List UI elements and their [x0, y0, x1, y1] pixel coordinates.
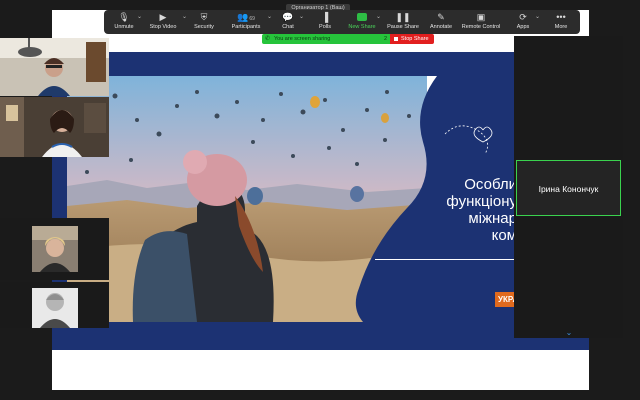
viewer-count: 2 — [383, 36, 387, 42]
annotate-button[interactable]: ✎ Annotate — [424, 10, 458, 34]
pause-icon: ❚❚ — [395, 12, 411, 22]
participant-video — [0, 97, 109, 157]
participants-icon: 👥 — [237, 12, 249, 22]
active-speaker-tile[interactable]: Ірина Конончук — [516, 160, 621, 216]
slide-divider-line — [375, 259, 525, 260]
participants-button[interactable]: 👥69 Participants — [226, 10, 266, 34]
polls-icon: ▐ — [321, 12, 329, 22]
sharing-status-text: You are screen sharing — [274, 36, 331, 42]
screen-sharing-bar: ✆ You are screen sharing 2 Stop Share — [262, 34, 434, 44]
slide-title: Особли функціону міжнар ком — [446, 176, 517, 244]
stop-video-button[interactable]: ▶ Stop Video — [144, 10, 182, 34]
participant-video-tile[interactable] — [0, 282, 109, 328]
phone-icon: ✆ — [265, 36, 271, 42]
shield-icon: ⛨ — [200, 12, 208, 22]
new-share-button[interactable]: New Share — [344, 10, 380, 34]
pencil-icon: ✎ — [437, 12, 445, 22]
more-button[interactable]: ••• More — [548, 10, 574, 34]
gallery-scroll-down-icon[interactable]: ⌄ — [554, 328, 584, 338]
polls-button[interactable]: ▐ Polls — [312, 10, 338, 34]
pause-share-button[interactable]: ❚❚ Pause Share — [384, 10, 422, 34]
mouse-icon: ▣ — [476, 12, 486, 22]
stop-icon — [394, 37, 398, 41]
participant-video-tile[interactable] — [0, 97, 109, 157]
participant-name: Ірина Конончук — [538, 184, 599, 194]
participant-video — [0, 282, 109, 328]
participant-video — [0, 218, 109, 280]
participant-video — [0, 38, 109, 96]
sharing-status[interactable]: ✆ You are screen sharing 2 — [262, 34, 390, 44]
apps-button[interactable]: ⟳ Apps — [512, 10, 534, 34]
video-icon: ▶ — [159, 12, 167, 22]
chevron-down-icon[interactable]: ⌄ — [376, 13, 381, 20]
chevron-down-icon[interactable]: ⌄ — [182, 13, 187, 20]
mic-muted-icon: 🎙 — [118, 12, 130, 22]
remote-control-button[interactable]: ▣ Remote Control — [460, 10, 502, 34]
stop-share-button[interactable]: Stop Share — [390, 34, 434, 44]
chevron-down-icon[interactable]: ⌄ — [535, 13, 540, 20]
new-share-icon — [357, 12, 367, 21]
chevron-down-icon[interactable]: ⌄ — [299, 13, 304, 20]
slide-card: Особли функціону міжнар ком УКРА — [67, 76, 525, 322]
more-icon: ••• — [556, 12, 566, 22]
participant-video-tile[interactable] — [0, 218, 109, 280]
chevron-down-icon[interactable]: ⌄ — [137, 13, 142, 20]
chevron-down-icon[interactable]: ⌄ — [267, 13, 272, 20]
participant-count: 69 — [249, 16, 255, 22]
unmute-button[interactable]: 🎙 Unmute — [108, 10, 140, 34]
apps-icon: ⟳ — [519, 12, 527, 22]
chat-icon: 💬 — [282, 12, 294, 22]
meeting-toolbar: 🎙 Unmute ⌄ ▶ Stop Video ⌄ ⛨ Security 👥69… — [104, 10, 580, 34]
participant-video-tile[interactable] — [0, 38, 109, 96]
chat-button[interactable]: 💬 Chat — [274, 10, 302, 34]
security-button[interactable]: ⛨ Security — [188, 10, 220, 34]
